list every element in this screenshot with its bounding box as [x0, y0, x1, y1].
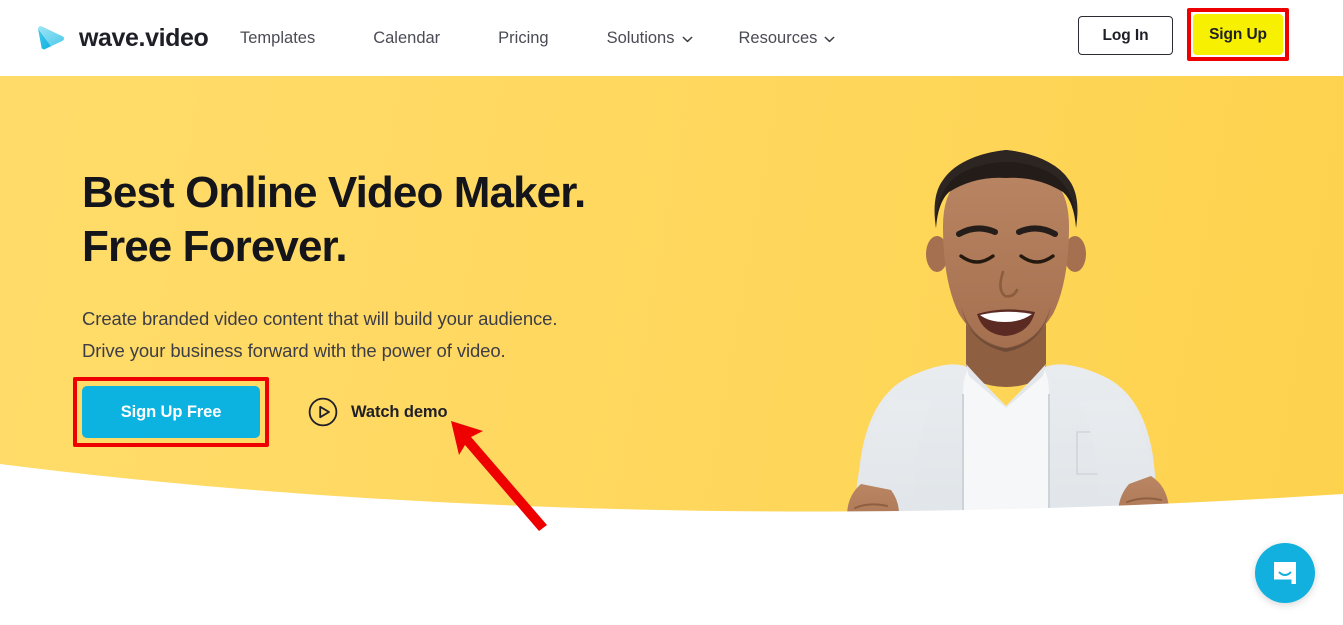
watch-demo-label: Watch demo: [351, 402, 448, 421]
chevron-down-icon: [682, 36, 693, 43]
wave-play-logo-icon: [34, 21, 68, 55]
nav-item-label: Templates: [240, 28, 316, 47]
hero-cta-row: Sign Up Free Watch demo: [73, 377, 448, 447]
site-header: wave.video Templates Calendar Pricing So…: [0, 0, 1343, 76]
nav-item-templates[interactable]: Templates: [240, 30, 315, 47]
nav-item-resources[interactable]: Resources: [739, 30, 836, 47]
sign-up-button[interactable]: Sign Up: [1193, 14, 1283, 55]
logo-text: wave.video: [79, 23, 209, 52]
nav-item-label: Solutions: [606, 28, 675, 47]
chevron-down-icon: [824, 36, 835, 43]
watch-demo-button[interactable]: Watch demo: [308, 397, 448, 427]
chat-bubble-smile-icon: [1270, 558, 1300, 588]
main-nav: Templates Calendar Pricing Solutions Res…: [240, 0, 881, 76]
chat-launcher-button[interactable]: [1255, 543, 1315, 603]
nav-item-label: Calendar: [373, 28, 441, 47]
presenter-photo: [791, 76, 1221, 546]
nav-item-solutions[interactable]: Solutions: [607, 30, 693, 47]
page-title: Best Online Video Maker. Free Forever.: [82, 168, 586, 271]
sign-up-free-slot: Sign Up Free: [73, 377, 269, 447]
page-body-below-hero: [0, 546, 1343, 625]
play-circle-icon: [308, 397, 338, 427]
hero-subtitle: Create branded video content that will b…: [82, 308, 558, 361]
nav-item-calendar[interactable]: Calendar: [373, 30, 440, 47]
sign-up-free-button[interactable]: Sign Up Free: [82, 386, 260, 438]
page-root: wave.video Templates Calendar Pricing So…: [0, 0, 1343, 625]
hero-copy: Best Online Video Maker. Free Forever. C…: [82, 166, 722, 367]
nav-item-label: Pricing: [498, 28, 549, 47]
log-in-button[interactable]: Log In: [1078, 16, 1173, 55]
logo[interactable]: wave.video: [34, 18, 209, 58]
nav-item-pricing[interactable]: Pricing: [498, 30, 548, 47]
nav-item-label: Resources: [738, 28, 818, 47]
hero-section: Best Online Video Maker. Free Forever. C…: [0, 76, 1343, 546]
